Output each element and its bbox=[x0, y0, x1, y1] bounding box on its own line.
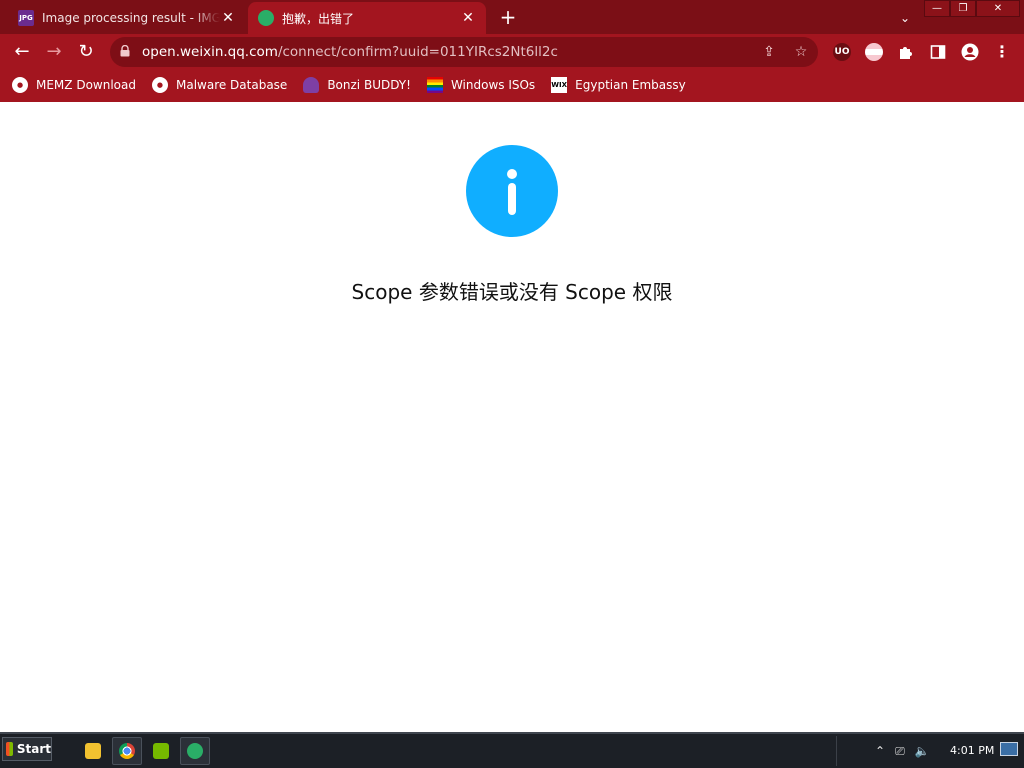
wechat-icon[interactable] bbox=[180, 737, 210, 765]
window-controls: — ❐ ✕ bbox=[924, 0, 1020, 18]
bookmark-malware-database[interactable]: ● Malware Database bbox=[151, 77, 288, 93]
browser-chrome: JPG Image processing result - IMG online… bbox=[0, 0, 1024, 102]
taskbar: Start ⌃ ⎚ 🔈 4:01 PM bbox=[0, 732, 1024, 768]
tab-title: 抱歉，出错了 bbox=[282, 11, 355, 26]
bookmark-bonzi-buddy[interactable]: Bonzi BUDDY! bbox=[303, 77, 411, 93]
jpg-icon: JPG bbox=[18, 10, 34, 26]
tab-close-icon[interactable]: ✕ bbox=[460, 10, 476, 26]
forward-button[interactable]: → bbox=[42, 40, 66, 64]
new-tab-button[interactable]: + bbox=[496, 6, 520, 30]
url-path: /connect/confirm?uuid=011YIRcs2Nt6ll2c bbox=[277, 44, 558, 60]
chrome-icon[interactable] bbox=[112, 737, 142, 765]
bookmark-label: Malware Database bbox=[175, 78, 288, 92]
start-button[interactable]: Start bbox=[2, 737, 52, 761]
ublock-origin-icon[interactable]: UO bbox=[833, 43, 851, 61]
lock-icon[interactable] bbox=[120, 45, 130, 57]
tab-title: Image processing result - IMG online bbox=[42, 11, 220, 25]
bookmark-windows-isos[interactable]: Windows ISOs bbox=[426, 77, 536, 93]
bookmark-egyptian-embassy[interactable]: WIX Egyptian Embassy bbox=[551, 77, 686, 93]
volume-icon[interactable]: 🔈 bbox=[915, 744, 930, 758]
globe-icon: ● bbox=[151, 77, 168, 93]
wechat-icon bbox=[258, 10, 274, 26]
reload-button[interactable]: ↻ bbox=[74, 40, 98, 64]
system-tray: ⌃ ⎚ 🔈 bbox=[836, 736, 1024, 766]
bookmark-star-icon[interactable]: ☆ bbox=[792, 43, 810, 61]
bookmarks-bar: ● MEMZ Download ● Malware Database Bonzi… bbox=[0, 70, 1024, 100]
page-content: Scope 参数错误或没有 Scope 权限 bbox=[0, 102, 1024, 732]
folder-icon[interactable] bbox=[78, 737, 108, 765]
start-label: Start bbox=[16, 742, 51, 756]
url-text[interactable]: open.weixin.qq.com/connect/confirm?uuid=… bbox=[142, 44, 558, 60]
profile-icon[interactable] bbox=[961, 43, 979, 61]
error-message: Scope 参数错误或没有 Scope 权限 bbox=[351, 280, 673, 304]
browser-toolbar: ← → ↻ open.weixin.qq.com/connect/confirm… bbox=[0, 34, 1024, 70]
puzzle-icon[interactable] bbox=[897, 43, 915, 61]
flag-extension-icon[interactable] bbox=[865, 43, 883, 61]
bookmark-label: Egyptian Embassy bbox=[575, 78, 686, 92]
bookmark-memz-download[interactable]: ● MEMZ Download bbox=[12, 77, 136, 93]
sidepanel-icon[interactable] bbox=[929, 43, 947, 61]
bookmark-label: Windows ISOs bbox=[450, 78, 536, 92]
tab-wechat-error[interactable]: 抱歉，出错了 ✕ bbox=[248, 2, 486, 34]
info-bar bbox=[508, 183, 516, 215]
address-bar[interactable]: open.weixin.qq.com/connect/confirm?uuid=… bbox=[110, 37, 818, 67]
show-desktop-icon[interactable] bbox=[1000, 742, 1018, 756]
rainbow-flag-icon bbox=[426, 77, 443, 93]
minimize-button[interactable]: — bbox=[924, 0, 950, 17]
restore-button[interactable]: ❐ bbox=[950, 0, 976, 17]
windows-flag-icon bbox=[6, 742, 13, 756]
clock[interactable]: 4:01 PM bbox=[950, 744, 994, 757]
tab-image-processing[interactable]: JPG Image processing result - IMG online… bbox=[8, 2, 246, 34]
bookmark-label: Bonzi BUDDY! bbox=[327, 78, 411, 92]
wix-icon: WIX bbox=[551, 77, 568, 93]
url-host: open.weixin.qq.com bbox=[142, 44, 278, 60]
bookmark-label: MEMZ Download bbox=[36, 78, 136, 92]
nvidia-icon[interactable] bbox=[146, 737, 176, 765]
tab-search-chevron-icon[interactable]: ⌄ bbox=[893, 8, 917, 28]
menu-icon[interactable]: ⋮ bbox=[993, 43, 1011, 61]
info-dot bbox=[507, 169, 517, 179]
globe-icon: ● bbox=[12, 77, 28, 93]
back-button[interactable]: ← bbox=[10, 40, 34, 64]
info-icon bbox=[466, 145, 558, 237]
share-icon[interactable]: ⇪ bbox=[760, 43, 778, 61]
bonzi-icon bbox=[303, 77, 320, 93]
close-window-button[interactable]: ✕ bbox=[976, 0, 1020, 17]
network-icon[interactable]: ⎚ bbox=[895, 744, 905, 759]
tray-expand-icon[interactable]: ⌃ bbox=[875, 744, 885, 758]
tab-strip: JPG Image processing result - IMG online… bbox=[0, 0, 1024, 34]
tab-close-icon[interactable]: ✕ bbox=[220, 10, 236, 26]
